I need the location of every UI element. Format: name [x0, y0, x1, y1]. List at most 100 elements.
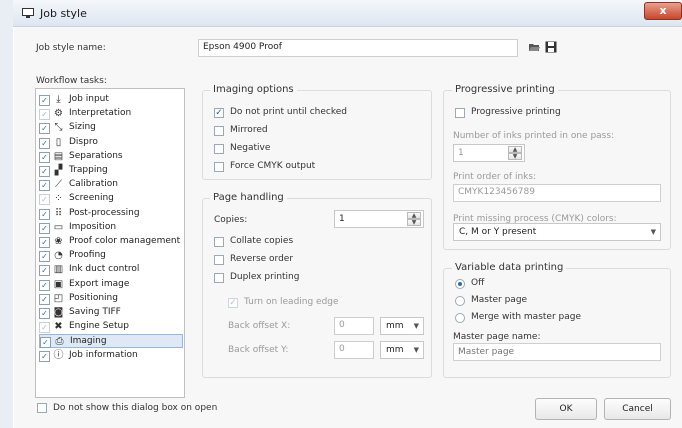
proofing-icon: ◔	[54, 250, 63, 262]
workflow-tasks-list[interactable]: ✓ ⤓ Job input ✓ ⚙ Interpretation ✓ ⤡ Sizing ✓ ▯ Dis…	[35, 88, 185, 398]
task-checkbox[interactable]: ✓	[39, 293, 50, 305]
disk-icon: ◙	[53, 307, 64, 318]
task-checkbox[interactable]: ✓	[40, 337, 51, 349]
page-handling-title: Page handling	[210, 192, 287, 203]
resize-icon: ⤡	[54, 122, 63, 134]
task-item[interactable]: ✓ ❀ Proof color management	[39, 235, 183, 249]
check-icon: ✓	[215, 108, 223, 118]
negative-label: Negative	[230, 143, 271, 153]
off-radio[interactable]	[455, 279, 465, 289]
copies-down-button[interactable]: ▼	[407, 219, 421, 226]
task-checkbox[interactable]: ✓	[39, 237, 50, 248]
merge-master-radio[interactable]	[455, 313, 465, 323]
missing-colors-select[interactable]: C, M or Y present ▼	[453, 223, 661, 241]
copies-up-button[interactable]: ▲	[407, 212, 421, 219]
task-checkbox[interactable]: ✓	[39, 208, 50, 220]
task-label: Separations	[69, 150, 123, 161]
negative-checkbox[interactable]	[214, 144, 224, 154]
task-item[interactable]: ✓ ⤓ Job input	[39, 93, 183, 107]
task-item[interactable]: ✓ ⁘ Screening	[39, 192, 183, 206]
do-not-print-checkbox[interactable]: ✓	[214, 108, 224, 118]
print-order-input[interactable]: CMYK123456789	[453, 184, 661, 202]
task-checkbox[interactable]: ✓	[39, 350, 50, 362]
ok-button[interactable]: OK	[535, 398, 597, 420]
task-checkbox[interactable]: ✓	[39, 251, 50, 263]
back-offset-y-label: Back offset Y:	[228, 345, 289, 355]
task-checkbox[interactable]: ✓	[39, 194, 50, 206]
open-folder-icon[interactable]	[528, 41, 540, 53]
task-checkbox[interactable]: ✓	[39, 151, 50, 163]
task-checkbox[interactable]: ✓	[39, 308, 50, 319]
task-label: Job information	[69, 349, 138, 360]
task-checkbox[interactable]: ✓	[39, 166, 50, 177]
dont-show-checkbox[interactable]	[37, 403, 47, 413]
task-item[interactable]: ✓ ◔ Proofing	[39, 249, 183, 263]
inks-per-pass-value: 1	[458, 148, 464, 158]
task-item[interactable]: ✓ ⚙ Interpretation	[39, 107, 183, 121]
task-item[interactable]: ✓ ▞ Trapping	[39, 164, 183, 178]
task-checkbox[interactable]: ✓	[39, 222, 50, 234]
bars-icon: ▥	[53, 264, 64, 276]
back-offset-x-input[interactable]: 0	[334, 317, 374, 335]
close-button[interactable]: x	[644, 2, 682, 20]
master-page-name-label: Master page name:	[453, 332, 541, 342]
dots-icon: ⁘	[54, 193, 63, 205]
task-item[interactable]: ✓ ⎙ Imaging	[39, 334, 183, 349]
positioning-icon: ◰	[53, 292, 64, 304]
task-label: Calibration	[69, 179, 118, 190]
force-cmyk-checkbox[interactable]	[214, 162, 224, 172]
task-checkbox[interactable]: ✓	[39, 279, 50, 291]
task-checkbox[interactable]: ✓	[39, 322, 50, 334]
task-item[interactable]: ✓ ⠿ Post-processing	[39, 207, 183, 221]
inks-up-button[interactable]: ▲	[508, 146, 522, 153]
missing-colors-value: C, M or Y present	[459, 227, 537, 237]
task-item[interactable]: ✓ ▯ Dispro	[39, 136, 183, 150]
variable-data-title: Variable data printing	[452, 262, 567, 273]
back-offset-y-unit-select[interactable]: mm ▼	[380, 341, 424, 359]
job-style-name-input[interactable]: Epson 4900 Proof	[198, 39, 518, 57]
task-checkbox[interactable]: ✓	[39, 180, 50, 192]
task-label: Job input	[69, 94, 109, 104]
task-item[interactable]: ✓ ⓘ Job information	[39, 349, 183, 363]
task-label: Trapping	[69, 165, 108, 175]
task-label: Engine Setup	[69, 321, 129, 332]
master-page-radio[interactable]	[455, 296, 465, 306]
task-item[interactable]: ✓ ▥ Ink duct control	[39, 263, 183, 277]
duplex-checkbox[interactable]	[214, 273, 224, 283]
task-checkbox[interactable]: ✓	[39, 95, 50, 106]
task-item[interactable]: ✓ ⤡ Sizing	[39, 121, 183, 135]
mirrored-checkbox[interactable]	[214, 126, 224, 136]
copies-stepper[interactable]: 1 ▲ ▼	[334, 210, 424, 228]
tools-icon: ✖	[54, 321, 63, 333]
inks-down-button[interactable]: ▼	[508, 153, 522, 160]
task-checkbox[interactable]: ✓	[39, 123, 50, 135]
task-checkbox[interactable]: ✓	[39, 109, 50, 121]
task-item[interactable]: ✓ ▭ Imposition	[39, 221, 183, 235]
grid-dots-icon: ⠿	[54, 207, 63, 219]
inks-per-pass-stepper[interactable]: 1 ▲ ▼	[453, 144, 525, 162]
leading-edge-label: Turn on leading edge	[244, 297, 339, 307]
title-bar	[13, 0, 682, 27]
task-checkbox[interactable]: ✓	[39, 137, 50, 149]
task-item[interactable]: ✓ ◰ Positioning	[39, 292, 183, 306]
task-item[interactable]: ✓ ⟋ Calibration	[39, 178, 183, 192]
duplex-label: Duplex printing	[230, 272, 300, 282]
task-item[interactable]: ✓ ▣ Export image	[39, 278, 183, 292]
do-not-print-label: Do not print until checked	[230, 107, 347, 117]
save-icon[interactable]	[545, 41, 557, 53]
inks-per-pass-label: Number of inks printed in one pass:	[453, 131, 615, 141]
task-item[interactable]: ✓ ◙ Saving TIFF	[39, 306, 183, 320]
task-item[interactable]: ✓ ✖ Engine Setup	[39, 320, 183, 334]
cancel-button[interactable]: Cancel	[604, 398, 671, 420]
task-checkbox[interactable]: ✓	[39, 265, 50, 277]
back-offset-x-unit-select[interactable]: mm ▼	[380, 317, 424, 335]
reverse-checkbox[interactable]	[214, 255, 224, 265]
collate-checkbox[interactable]	[214, 237, 224, 247]
gears-icon: ⚙	[54, 108, 63, 120]
task-item[interactable]: ✓ ▤ Separations	[39, 150, 183, 164]
back-offset-y-input[interactable]: 0	[334, 341, 374, 359]
progressive-printing-checkbox[interactable]	[455, 108, 465, 118]
leading-edge-checkbox[interactable]: ✓	[228, 298, 238, 308]
master-page-name-input[interactable]	[453, 343, 661, 361]
book-icon: ▭	[53, 221, 64, 233]
